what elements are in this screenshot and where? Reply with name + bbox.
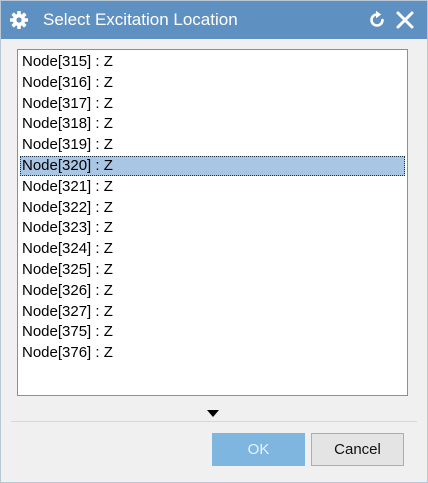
reset-icon[interactable] bbox=[367, 10, 387, 30]
list-item[interactable]: Node[323] : Z bbox=[20, 218, 405, 238]
list-item[interactable]: Node[319] : Z bbox=[20, 135, 405, 155]
list-item[interactable]: Node[315] : Z bbox=[20, 52, 405, 72]
divider bbox=[11, 421, 417, 422]
list-item[interactable]: Node[375] : Z bbox=[20, 322, 405, 342]
list-item[interactable]: Node[321] : Z bbox=[20, 177, 405, 197]
list-item[interactable]: Node[322] : Z bbox=[20, 198, 405, 218]
list-item[interactable]: Node[326] : Z bbox=[20, 281, 405, 301]
list-item[interactable]: Node[320] : Z bbox=[20, 156, 405, 176]
list-item[interactable]: Node[318] : Z bbox=[20, 114, 405, 134]
list-item[interactable]: Node[325] : Z bbox=[20, 260, 405, 280]
list-item[interactable]: Node[324] : Z bbox=[20, 239, 405, 259]
list-item[interactable]: Node[327] : Z bbox=[20, 302, 405, 322]
select-excitation-location-dialog: Select Excitation Location Node[315] : Z… bbox=[0, 0, 428, 483]
list-item[interactable]: Node[376] : Z bbox=[20, 343, 405, 363]
gear-icon[interactable] bbox=[9, 10, 29, 30]
title-bar[interactable]: Select Excitation Location bbox=[1, 1, 427, 39]
chevron-down-icon[interactable] bbox=[206, 406, 220, 417]
list-item[interactable]: Node[317] : Z bbox=[20, 94, 405, 114]
ok-button[interactable]: OK bbox=[212, 433, 305, 466]
node-list[interactable]: Node[315] : Z Node[316] : Z Node[317] : ZN… bbox=[17, 49, 408, 396]
cancel-button[interactable]: Cancel bbox=[311, 433, 404, 466]
list-item[interactable]: Node[316] : Z bbox=[20, 73, 405, 93]
close-icon[interactable] bbox=[395, 10, 415, 30]
dialog-title: Select Excitation Location bbox=[43, 10, 238, 29]
